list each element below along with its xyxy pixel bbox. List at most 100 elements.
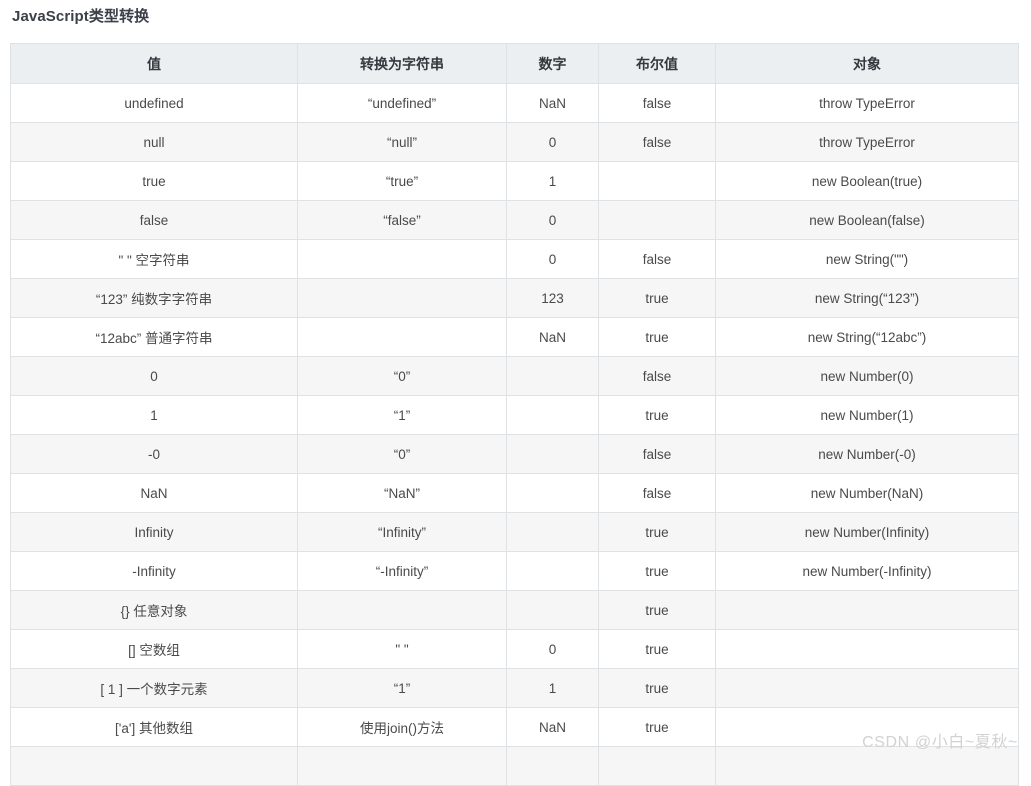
cell-to-object: [715, 746, 1019, 786]
cell-to-string: “true”: [297, 161, 507, 201]
table-row: NaN “NaN” false new Number(NaN): [10, 473, 1019, 513]
table-row: “12abc” 普通字符串 NaN true new String(“12abc”): [10, 317, 1019, 357]
cell-to-boolean: true: [598, 590, 716, 630]
cell-to-number: [506, 356, 599, 396]
conversion-table-container: 值 转换为字符串 数字 布尔值 对象 undefined “undefined” N…: [10, 43, 1019, 786]
cell-to-number: 1: [506, 161, 599, 201]
cell-to-string: [297, 746, 507, 786]
table-row: true “true” 1 new Boolean(true): [10, 161, 1019, 201]
cell-to-string: [297, 317, 507, 357]
table-row: false “false” 0 new Boolean(false): [10, 200, 1019, 240]
cell-value: 0: [10, 356, 298, 396]
cell-to-number: [506, 551, 599, 591]
table-header-row: 值 转换为字符串 数字 布尔值 对象: [10, 43, 1019, 84]
cell-to-string: “NaN”: [297, 473, 507, 513]
cell-to-object: [715, 668, 1019, 708]
cell-to-boolean: true: [598, 395, 716, 435]
cell-value: [10, 746, 298, 786]
cell-to-boolean: false: [598, 356, 716, 396]
cell-to-number: [506, 434, 599, 474]
type-conversion-table: 值 转换为字符串 数字 布尔值 对象 undefined “undefined” N…: [10, 43, 1019, 786]
cell-to-string: “-Infinity”: [297, 551, 507, 591]
table-row: {} 任意对象 true: [10, 590, 1019, 630]
cell-to-boolean: true: [598, 317, 716, 357]
table-row: “123” 纯数字字符串 123 true new String(“123”): [10, 278, 1019, 318]
table-row: " " 空字符串 0 false new String(""): [10, 239, 1019, 279]
cell-to-number: [506, 590, 599, 630]
cell-to-number: 0: [506, 629, 599, 669]
cell-to-number: NaN: [506, 317, 599, 357]
table-body: undefined “undefined” NaN false throw TypeEr…: [10, 83, 1019, 786]
cell-to-boolean: false: [598, 122, 716, 162]
cell-to-object: new Number(Infinity): [715, 512, 1019, 552]
cell-to-number: 0: [506, 122, 599, 162]
cell-to-number: [506, 395, 599, 435]
cell-to-object: new Boolean(true): [715, 161, 1019, 201]
table-row: ['a'] 其他数组 使用join()方法 NaN true: [10, 707, 1019, 747]
cell-to-object: new Number(NaN): [715, 473, 1019, 513]
table-row: Infinity “Infinity” true new Number(Infinit…: [10, 512, 1019, 552]
cell-to-string: [297, 278, 507, 318]
table-row: -Infinity “-Infinity” true new Number(-Infi…: [10, 551, 1019, 591]
column-header-to-boolean: 布尔值: [598, 43, 716, 84]
cell-value: undefined: [10, 83, 298, 123]
table-header: 值 转换为字符串 数字 布尔值 对象: [10, 43, 1019, 84]
cell-value: [ 1 ] 一个数字元素: [10, 668, 298, 708]
cell-value: true: [10, 161, 298, 201]
cell-to-string: “0”: [297, 356, 507, 396]
cell-to-boolean: true: [598, 512, 716, 552]
cell-to-boolean: false: [598, 83, 716, 123]
table-row: [] 空数组 " " 0 true: [10, 629, 1019, 669]
cell-to-string: “null”: [297, 122, 507, 162]
cell-to-number: [506, 512, 599, 552]
cell-value: “123” 纯数字字符串: [10, 278, 298, 318]
cell-to-number: 0: [506, 239, 599, 279]
cell-to-string: [297, 590, 507, 630]
cell-to-number: 1: [506, 668, 599, 708]
cell-to-object: new Number(-Infinity): [715, 551, 1019, 591]
cell-value: null: [10, 122, 298, 162]
cell-to-boolean: true: [598, 278, 716, 318]
table-row: [10, 746, 1019, 786]
cell-value: -Infinity: [10, 551, 298, 591]
column-header-value: 值: [10, 43, 298, 84]
table-row: 0 “0” false new Number(0): [10, 356, 1019, 396]
cell-to-object: new String(“123”): [715, 278, 1019, 318]
cell-to-string: “Infinity”: [297, 512, 507, 552]
cell-to-string: “1”: [297, 668, 507, 708]
column-header-to-string: 转换为字符串: [297, 43, 507, 84]
cell-to-number: [506, 473, 599, 513]
cell-to-object: new Boolean(false): [715, 200, 1019, 240]
cell-value: NaN: [10, 473, 298, 513]
cell-to-boolean: [598, 161, 716, 201]
cell-value: ['a'] 其他数组: [10, 707, 298, 747]
table-row: undefined “undefined” NaN false throw TypeEr…: [10, 83, 1019, 123]
cell-to-string: “false”: [297, 200, 507, 240]
table-row: -0 “0” false new Number(-0): [10, 434, 1019, 474]
cell-to-object: new String(“12abc”): [715, 317, 1019, 357]
cell-value: “12abc” 普通字符串: [10, 317, 298, 357]
cell-to-string: " ": [297, 629, 507, 669]
table-row: null “null” 0 false throw TypeError: [10, 122, 1019, 162]
cell-to-object: [715, 629, 1019, 669]
cell-to-boolean: false: [598, 434, 716, 474]
cell-to-object: new Number(1): [715, 395, 1019, 435]
cell-to-boolean: true: [598, 551, 716, 591]
column-header-to-object: 对象: [715, 43, 1019, 84]
cell-to-boolean: false: [598, 473, 716, 513]
cell-to-object: new Number(-0): [715, 434, 1019, 474]
table-row: [ 1 ] 一个数字元素 “1” 1 true: [10, 668, 1019, 708]
cell-to-number: 0: [506, 200, 599, 240]
cell-to-string: [297, 239, 507, 279]
cell-value: 1: [10, 395, 298, 435]
cell-to-boolean: [598, 746, 716, 786]
column-header-to-number: 数字: [506, 43, 599, 84]
cell-to-boolean: true: [598, 668, 716, 708]
cell-to-boolean: [598, 200, 716, 240]
cell-to-string: “0”: [297, 434, 507, 474]
cell-to-boolean: true: [598, 629, 716, 669]
cell-value: {} 任意对象: [10, 590, 298, 630]
cell-to-object: [715, 590, 1019, 630]
cell-to-object: throw TypeError: [715, 122, 1019, 162]
cell-value: [] 空数组: [10, 629, 298, 669]
